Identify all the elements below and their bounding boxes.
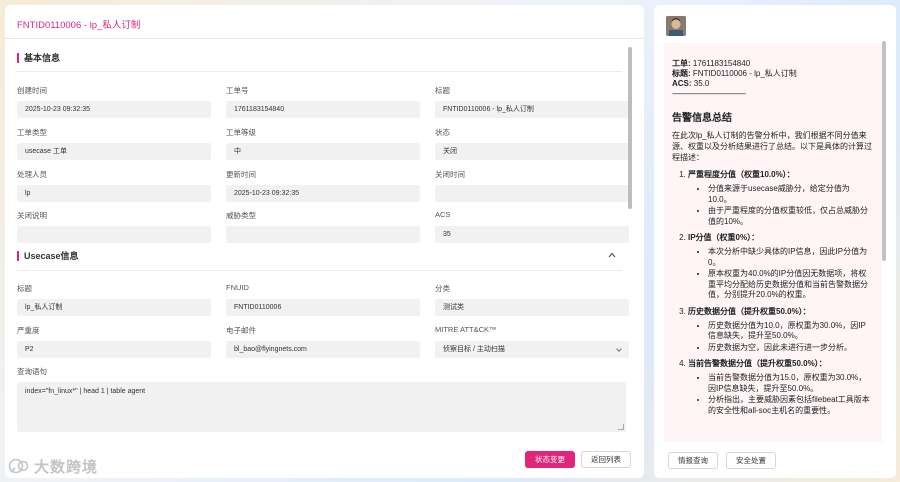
ticket-level-label: 工单等级: [226, 128, 256, 137]
score-item: 当前告警数据分值（提升权重50.0%）： 当前告警数据分值为15.0，原权重为3…: [688, 358, 872, 416]
ticket-type-label: 工单类型: [17, 128, 47, 137]
score-item: IP分值（权重0%）： 本次分析中缺少具体的IP信息，因此IP分值为0。 原本权…: [688, 232, 872, 301]
ticket-type-field[interactable]: usecase 工单: [17, 143, 211, 160]
basic-info-title: 基本信息: [17, 53, 60, 63]
category-label: 分类: [435, 284, 450, 293]
form-scrollbar[interactable]: [628, 47, 632, 209]
brand-name: 大数跨境: [34, 458, 99, 476]
score-bullet: 原本权重为40.0%的IP分值因无数据项，将权重平均分配给历史数据分值和当前告警…: [708, 269, 872, 301]
fnuid-label: FNUID: [226, 283, 249, 292]
ticket-no-label: 工单号: [226, 86, 249, 95]
ticket-level-field[interactable]: 中: [226, 143, 420, 160]
subject-field[interactable]: FNTID0110006 - lp_私人订制: [435, 101, 629, 118]
query-textarea[interactable]: index="fn_linux*" | head 1 | table agent: [17, 382, 626, 432]
analysis-footer: 情报查询 安全处置: [654, 442, 896, 478]
intel-query-button[interactable]: 情报查询: [668, 452, 718, 469]
summary-intro: 在此次lp_私人订制的告警分析中，我们根据不同分值来源、权重以及分析结果进行了总…: [672, 131, 872, 162]
category-field[interactable]: 测试类: [435, 299, 629, 316]
score-item: 历史数据分值（提升权重50.0%）： 历史数据分值为10.0，原权重为30.0%…: [688, 306, 872, 354]
mitre-label: MITRE ATT&CK™: [435, 325, 497, 334]
score-bullet: 分值来源于usecase威胁分，给定分值为10.0。: [708, 184, 872, 205]
analysis-scrollbar[interactable]: [882, 41, 886, 261]
form-footer: 状态变更 返回列表: [5, 442, 644, 478]
usecase-title-field[interactable]: lp_私人订制: [17, 299, 211, 316]
score-bullet: 历史数据为空，因此未进行进一步分析。: [708, 343, 872, 354]
email-label: 电子邮件: [226, 326, 256, 335]
ticket-detail-panel: FNTID0110006 - lp_私人订制 基本信息 创建时间 工单号 标题 …: [5, 5, 644, 478]
severity-field[interactable]: P2: [17, 341, 211, 358]
score-list: 严重程度分值（权重10.0%）： 分值来源于usecase威胁分，给定分值为10…: [672, 169, 872, 416]
subject-label: 标题: [435, 86, 450, 95]
score-bullet: 本次分析中缺少具体的IP信息，因此IP分值为0。: [708, 247, 872, 268]
ticket-form[interactable]: 基本信息 创建时间 工单号 标题 2025-10-23 09:32:35 176…: [5, 40, 630, 442]
handler-label: 处理人员: [17, 170, 47, 179]
update-time-label: 更新时间: [226, 170, 256, 179]
severity-label: 严重度: [17, 326, 40, 335]
threat-type-field[interactable]: [226, 226, 420, 243]
status-label: 状态: [435, 128, 450, 137]
query-label: 查询语句: [17, 367, 47, 376]
meta-line-acs: ACS: 35.0: [672, 79, 710, 88]
meta-divider: ----------------------------------------…: [672, 89, 746, 98]
brand-mark-icon: [8, 458, 29, 474]
status-field[interactable]: 关闭: [435, 143, 629, 160]
handler-field[interactable]: lp: [17, 185, 211, 202]
meta-line-title: 标题: FNTID0110006 - lp_私人订制: [672, 69, 797, 78]
threat-type-label: 威胁类型: [226, 211, 256, 220]
close-time-field[interactable]: [435, 185, 629, 202]
ticket-title: FNTID0110006 - lp_私人订制: [17, 20, 141, 31]
analysis-content[interactable]: 工单: 1761183154840 标题: FNTID0110006 - lp_…: [664, 43, 882, 445]
ticket-no-field[interactable]: 1761183154840: [226, 101, 420, 118]
close-note-label: 关闭说明: [17, 211, 47, 220]
update-time-field[interactable]: 2025-10-23 09:32:35: [226, 185, 420, 202]
created-time-label: 创建时间: [17, 86, 47, 95]
section-divider: [17, 71, 622, 72]
acs-label: ACS: [435, 210, 451, 219]
meta-line-ticket: 工单: 1761183154840: [672, 59, 751, 68]
score-bullet: 历史数据分值为10.0，原权重为30.0%，因IP信息缺失，提升至50.0%。: [708, 321, 872, 342]
security-disposal-button[interactable]: 安全处置: [726, 452, 776, 469]
assistant-avatar: [666, 16, 686, 36]
collapse-chevron-icon[interactable]: [608, 251, 616, 259]
close-time-label: 关闭时间: [435, 170, 465, 179]
mitre-select[interactable]: 侦察目标 / 主动扫描: [435, 341, 629, 358]
usecase-title-label: 标题: [17, 284, 32, 293]
ticket-header: FNTID0110006 - lp_私人订制: [5, 5, 644, 39]
change-status-button[interactable]: 状态变更: [525, 451, 575, 468]
acs-field[interactable]: 35: [435, 226, 629, 243]
score-bullet: 由于严重程度的分值权重较低，仅占总威胁分值的10%。: [708, 206, 872, 227]
score-item: 严重程度分值（权重10.0%）： 分值来源于usecase威胁分，给定分值为10…: [688, 169, 872, 227]
created-time-field[interactable]: 2025-10-23 09:32:35: [17, 101, 211, 118]
score-bullet: 当前告警数据分值为15.0，原权重为30.0%，因IP信息缺失，提升至50.0%…: [708, 373, 872, 394]
email-field[interactable]: bl_bao@flyingnets.com: [226, 341, 420, 358]
summary-heading: 告警信息总结: [672, 113, 732, 124]
brand-logo: 大数跨境: [8, 456, 98, 476]
back-to-list-button[interactable]: 返回列表: [581, 451, 631, 468]
fnuid-field[interactable]: FNTID0110006: [226, 299, 420, 316]
close-note-field[interactable]: [17, 226, 211, 243]
usecase-info-title: Usecase信息: [17, 251, 79, 261]
section-divider: [17, 270, 622, 271]
score-bullet: 分析指出，主要威胁因素包括filebeat工具版本的安全性和all-soc主机名…: [708, 395, 872, 416]
ai-analysis-panel: 工单: 1761183154840 标题: FNTID0110006 - lp_…: [654, 5, 896, 478]
